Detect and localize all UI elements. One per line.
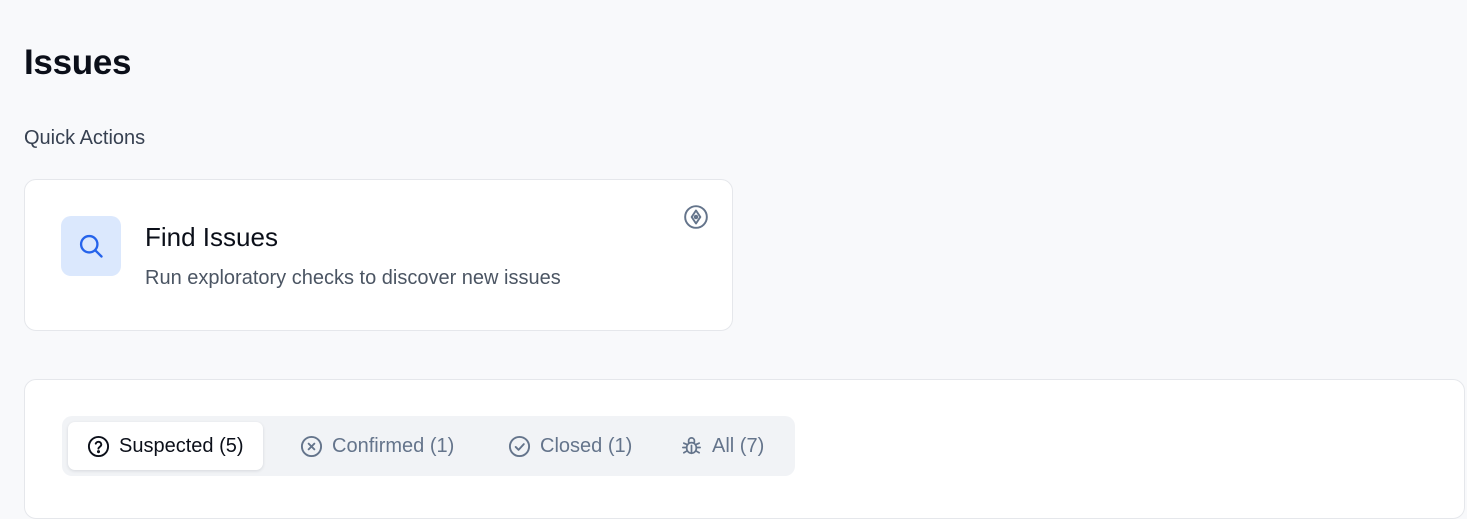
tab-suspected[interactable]: Suspected (5) [68, 422, 263, 470]
tab-closed[interactable]: Closed (1) [497, 422, 642, 470]
tab-closed-label: Closed (1) [540, 434, 633, 457]
page-title: Issues [24, 43, 132, 82]
issue-status-tabs: Suspected (5) Confirmed (1) Closed (1) A… [62, 416, 795, 476]
find-issues-description: Run exploratory checks to discover new i… [145, 267, 561, 289]
issues-panel: Suspected (5) Confirmed (1) Closed (1) A… [24, 379, 1465, 519]
check-circle-icon [507, 434, 531, 458]
question-circle-icon [86, 434, 110, 458]
tab-confirmed-label: Confirmed (1) [332, 434, 455, 457]
tab-all-label: All (7) [712, 434, 765, 457]
compass-icon [683, 204, 709, 230]
tab-confirmed[interactable]: Confirmed (1) [289, 422, 464, 470]
find-issues-title: Find Issues [145, 222, 278, 252]
quick-actions-heading: Quick Actions [24, 127, 146, 149]
search-icon [61, 216, 121, 276]
tab-all[interactable]: All (7) [669, 422, 774, 470]
find-issues-card[interactable]: Find Issues Run exploratory checks to di… [24, 179, 733, 331]
bug-icon [679, 434, 703, 458]
tab-suspected-label: Suspected (5) [119, 434, 244, 457]
x-circle-icon [299, 434, 323, 458]
